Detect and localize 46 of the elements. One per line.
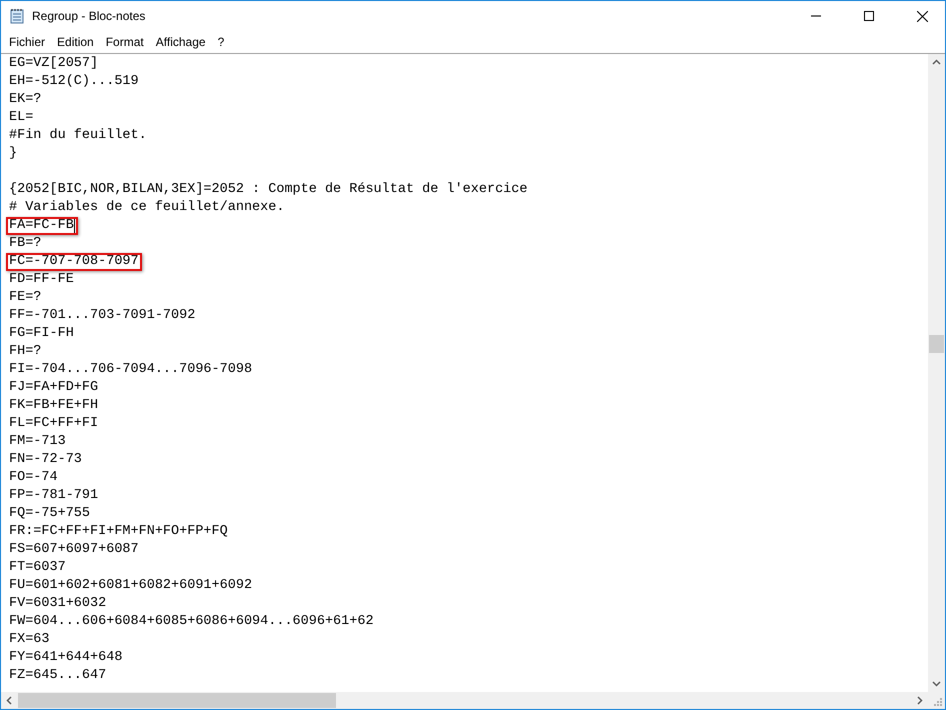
text-line: FW=604...606+6084+6085+6086+6094...6096+61+62 <box>8 613 375 631</box>
maximize-icon[interactable] <box>864 11 874 21</box>
scrollbar-thumb[interactable] <box>18 693 336 708</box>
text-line: FU=601+602+6081+6082+6091+6092 <box>8 577 254 595</box>
menu-item[interactable]: Edition <box>51 32 100 52</box>
text-line: FJ=FA+FD+FG <box>8 379 100 397</box>
text-line: FI=-704...706-7094...7096-7098 <box>8 361 254 379</box>
text-line: FT=6037 <box>8 559 67 577</box>
text-line: FX=63 <box>8 631 51 649</box>
text-line: # Variables de ce feuillet/annexe. <box>8 199 286 217</box>
text-line: #Fin du feuillet. <box>8 127 148 145</box>
horizontal-scrollbar[interactable] <box>1 692 928 709</box>
menu-item[interactable]: ? <box>212 32 230 52</box>
text-line: FS=607+6097+6087 <box>8 541 140 559</box>
text-line: FL=FC+FF+FI <box>8 415 100 433</box>
window-title: Regroup - Bloc-notes <box>32 9 146 23</box>
notepad-icon <box>9 8 25 24</box>
text-line: FB=? <box>8 235 42 253</box>
text-line: FF=-701...703-7091-7092 <box>8 307 196 325</box>
text-line: FV=6031+6032 <box>8 595 108 613</box>
text-line: FM=-713 <box>8 433 67 451</box>
resize-grip-icon[interactable] <box>931 695 943 707</box>
close-icon[interactable] <box>916 10 928 22</box>
menu-item[interactable]: Affichage <box>150 32 212 52</box>
text-line: FN=-72-73 <box>8 451 83 469</box>
text-line: FZ=645...647 <box>8 667 108 685</box>
text-line: FY=641+644+648 <box>8 649 124 667</box>
text-line: FG=FI-FH <box>8 325 75 343</box>
text-line: FD=FF-FE <box>8 271 75 289</box>
menu-item[interactable]: Format <box>100 32 150 52</box>
menu-item[interactable]: Fichier <box>3 32 52 52</box>
text-line: FE=? <box>8 289 42 307</box>
text-line: FH=? <box>8 343 42 361</box>
text-line: FO=-74 <box>8 469 59 487</box>
vertical-scrollbar[interactable] <box>928 54 945 692</box>
text-line: } <box>8 145 18 163</box>
text-line: EG=VZ[2057] <box>8 55 100 73</box>
text-line: FR:=FC+FF+FI+FM+FN+FO+FP+FQ <box>8 523 229 541</box>
text-line: EK=? <box>8 91 42 109</box>
scrollbar-thumb[interactable] <box>929 335 944 353</box>
text-line: FK=FB+FE+FH <box>8 397 100 415</box>
text-line: EH=-512(C)...519 <box>8 73 140 91</box>
text-line: {2052[BIC,NOR,BILAN,3EX]=2052 : Compte de Résultat de l'exercice <box>8 181 528 199</box>
text-line: FQ=-75+755 <box>8 505 92 523</box>
text-line: EL= <box>8 109 34 127</box>
text-line: FP=-781-791 <box>8 487 100 505</box>
